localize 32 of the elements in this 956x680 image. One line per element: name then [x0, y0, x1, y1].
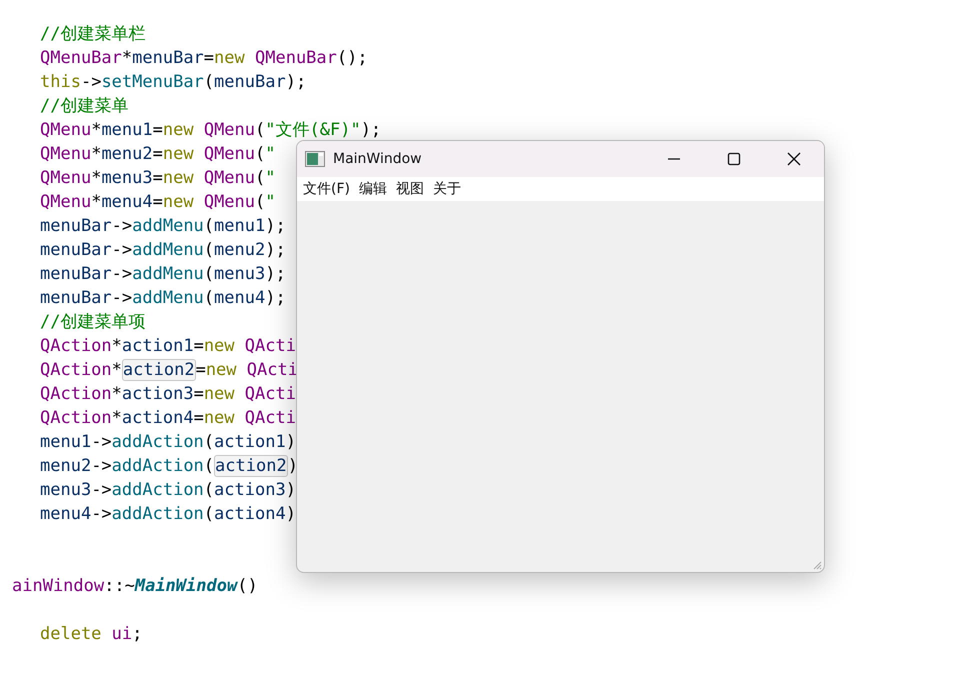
code-line: QMenu*menu2=new QMenu(" [40, 144, 276, 164]
code-line: menu4->addAction(action4) [40, 504, 296, 524]
code-line: delete ui; [40, 624, 142, 644]
menu-item[interactable]: 视图 [392, 180, 427, 198]
code-line: QMenu*menu4=new QMenu(" [40, 192, 276, 212]
code-line: //创建菜单 [40, 96, 128, 116]
window-title: MainWindow [333, 151, 422, 167]
code-line: QAction*action4=new QActi [40, 408, 296, 428]
window-icon [305, 151, 325, 167]
code-line: QAction*action2=new QActi [40, 360, 298, 380]
code-line: menuBar->addMenu(menu2); [40, 240, 286, 260]
code-line: menu3->addAction(action3) [40, 480, 296, 500]
code-line: menu2->addAction(action2) [40, 455, 298, 477]
code-line: menu1->addAction(action1) [40, 432, 296, 452]
code-line: QAction*action1=new QActi [40, 336, 296, 356]
close-icon [787, 152, 801, 166]
code-line: menuBar->addMenu(menu3); [40, 264, 286, 284]
code-line: ainWindow::~MainWindow() [12, 576, 258, 596]
maximize-icon [727, 152, 741, 166]
size-grip-icon[interactable] [813, 561, 822, 570]
code-line: //创建菜单栏 [40, 24, 146, 44]
code-line: menuBar->addMenu(menu1); [40, 216, 286, 236]
code-line: QMenuBar*menuBar=new QMenuBar(); [40, 48, 368, 68]
code-line: menuBar->addMenu(menu4); [40, 288, 286, 308]
menu-item[interactable]: 编辑 [356, 180, 390, 198]
menu-item[interactable]: 关于 [430, 180, 464, 198]
code-line: QAction*action3=new QActi [40, 384, 296, 404]
code-line: QMenu*menu1=new QMenu("文件(&F)"); [40, 120, 382, 140]
menu-item[interactable]: 文件(F) [300, 180, 353, 198]
code-line: QMenu*menu3=new QMenu(" [40, 168, 276, 188]
code-line: this->setMenuBar(menuBar); [40, 72, 306, 92]
code-line: //创建菜单项 [40, 312, 146, 332]
